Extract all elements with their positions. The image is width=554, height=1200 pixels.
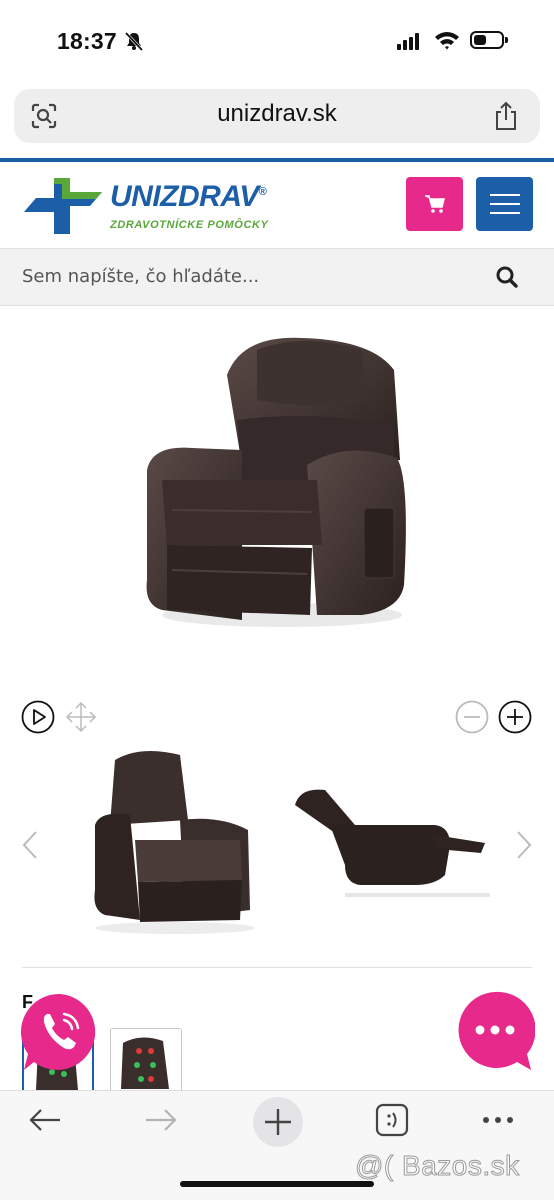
chat-button[interactable] [455, 990, 535, 1072]
home-indicator[interactable] [180, 1181, 374, 1187]
product-thumbnail-side-reclined[interactable] [285, 745, 490, 915]
silent-bell-icon [124, 31, 144, 51]
product-thumbnail-front[interactable] [70, 740, 270, 940]
battery-icon [470, 31, 504, 49]
tabs-icon[interactable] [374, 1102, 410, 1138]
variant-thumbnail[interactable] [110, 1028, 182, 1094]
call-button[interactable] [20, 992, 100, 1072]
back-arrow-icon[interactable] [27, 1102, 63, 1138]
logo-tagline: ZDRAVOTNÍCKE POMÔCKY [110, 219, 269, 231]
more-options-icon[interactable] [480, 1102, 516, 1138]
battery-tip [505, 37, 508, 43]
chevron-left-icon[interactable] [18, 828, 42, 862]
search-input[interactable] [22, 266, 462, 287]
zoom-out-icon[interactable] [455, 700, 489, 734]
play-slideshow-icon[interactable] [21, 700, 55, 734]
wifi-icon [435, 32, 459, 50]
cart-icon [424, 195, 445, 213]
header-accent-line [0, 158, 554, 162]
zoom-in-icon[interactable] [498, 700, 532, 734]
share-icon[interactable] [492, 100, 520, 132]
plus-icon [265, 1109, 291, 1135]
section-divider [22, 967, 532, 968]
cellular-signal-icon [397, 32, 421, 50]
move-arrows-icon[interactable] [64, 700, 98, 734]
product-main-image[interactable] [132, 330, 422, 660]
status-time: 18:37 [57, 28, 117, 54]
logo-name[interactable]: UNIZDRAV® [110, 180, 267, 214]
menu-button[interactable] [476, 177, 533, 231]
search-icon[interactable] [495, 265, 519, 289]
url-text[interactable]: unizdrav.sk [0, 100, 554, 128]
bazos-watermark: @( Bazos.sk [355, 1150, 520, 1182]
chevron-right-icon[interactable] [512, 828, 536, 862]
cart-button[interactable] [406, 177, 463, 231]
forward-arrow-icon[interactable] [143, 1102, 179, 1138]
